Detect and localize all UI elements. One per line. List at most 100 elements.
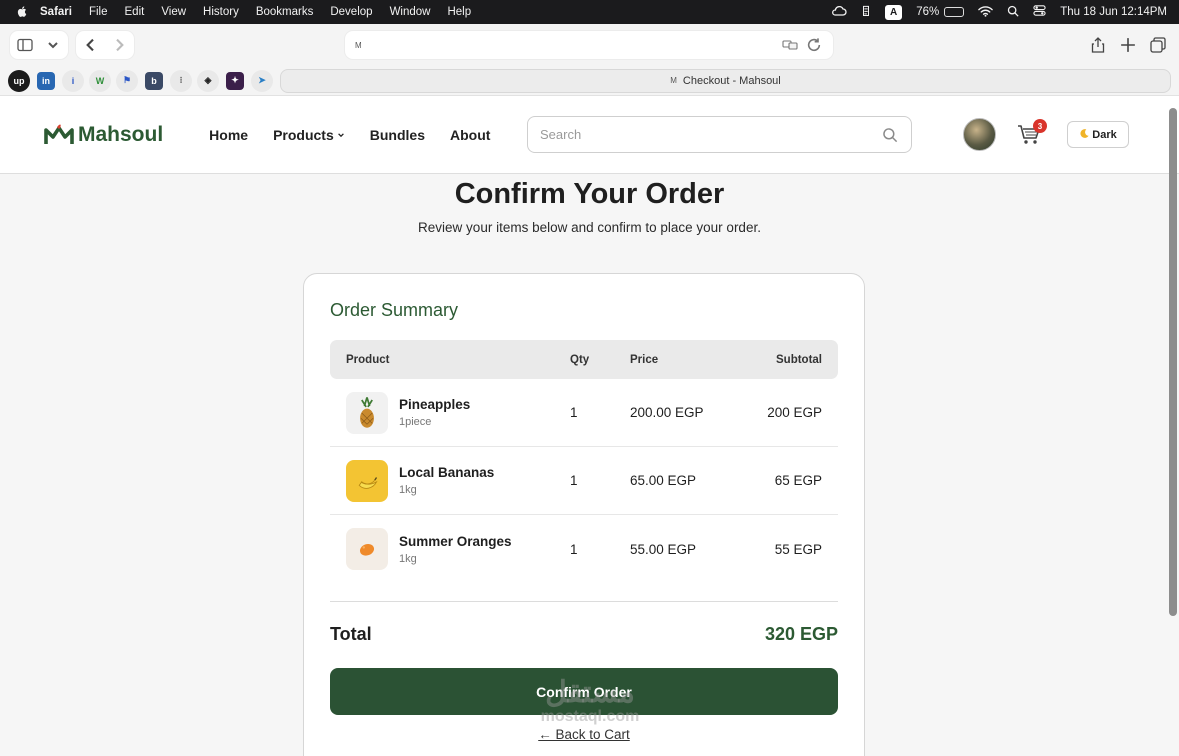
input-source-indicator[interactable]: A [884,4,903,20]
control-center-icon[interactable] [1033,4,1046,20]
linkedin-favicon-icon[interactable]: in [37,71,55,90]
nav-products-label: Products [273,126,334,143]
tab-favicon: M [670,76,677,85]
product-info: Pineapples 1piece [399,397,470,428]
tab-overview-icon[interactable] [1149,36,1167,54]
confirm-order-button[interactable]: Confirm Order [330,668,838,715]
product-price: 65.00 EGP [630,473,697,488]
order-summary-card: Order Summary Product Qty Price Subtotal… [303,273,865,756]
macos-menu-bar: Safari File Edit View History Bookmarks … [0,0,1179,24]
active-tab[interactable]: M Checkout - Mahsoul [280,68,1171,93]
cart-button[interactable]: 3 [1017,119,1047,146]
history-controls [76,31,134,59]
forward-arrow-icon[interactable] [110,36,128,54]
toolbar-actions [1089,36,1167,54]
b-favicon-icon[interactable]: b [145,71,163,90]
product-info: Summer Oranges 1kg [399,534,512,565]
new-tab-plus-icon[interactable] [1119,36,1137,54]
menu-app-name[interactable]: Safari [40,6,72,18]
product-unit: 1piece [399,416,432,428]
product-unit: 1kg [399,552,417,565]
product-cell: Summer Oranges 1kg [346,528,570,570]
address-bar[interactable]: M [345,31,833,59]
banana-image [346,459,388,502]
product-qty: 1 [570,405,578,420]
webflow-favicon-icon[interactable]: W [89,69,111,92]
table-header: Product Qty Price Subtotal [330,340,838,379]
menu-develop[interactable]: Develop [330,6,372,18]
product-info: Local Bananas 1kg [399,465,494,496]
total-amount: 320 EGP [764,624,838,644]
menu-history[interactable]: History [203,6,239,18]
translate-icon[interactable] [781,36,799,54]
menu-help[interactable]: Help [447,6,471,18]
column-header-subtotal: Subtotal [776,353,822,366]
menu-bookmarks[interactable]: Bookmarks [256,6,314,18]
total-label: Total [330,624,372,644]
sidebar-controls [10,31,68,59]
chevron-down-icon [337,132,344,137]
dark-mode-label: Dark [1092,128,1117,141]
menubar-clock[interactable]: Thu 18 Jun 12:14PM [1060,6,1167,18]
dots-favicon-icon[interactable]: ⁝ [170,69,192,92]
menu-edit[interactable]: Edit [125,6,145,18]
nav-bundles[interactable]: Bundles [370,127,425,143]
order-summary-heading: Order Summary [330,300,459,320]
table-row: Local Bananas 1kg 1 65.00 EGP 65 EGP [330,447,838,515]
product-cell: Local Bananas 1kg [346,459,570,502]
share-icon[interactable] [1089,36,1107,54]
menu-window[interactable]: Window [390,6,431,18]
creative-cloud-icon[interactable] [831,5,847,20]
browser-toolbar: M [0,24,1179,66]
search-input[interactable]: Search [527,116,912,153]
menu-view[interactable]: View [161,6,186,18]
column-header-product: Product [346,353,390,366]
back-to-cart-link[interactable]: ← Back to Cart [330,727,838,742]
cart-count-badge: 3 [1033,119,1047,133]
product-name: Local Bananas [399,465,495,480]
table-row: Pineapples 1piece 1 200.00 EGP 200 EGP [330,379,838,447]
product-subtotal: 55 EGP [774,541,822,557]
product-subtotal: 200 EGP [767,405,822,420]
upwork-favicon-icon[interactable]: up [8,69,30,92]
chevron-down-icon[interactable] [44,36,62,54]
order-total: Total 320 EGP [330,624,838,645]
battery-status[interactable]: 76% [916,6,965,18]
product-name: Summer Oranges [399,533,512,549]
codepen-favicon-icon[interactable]: ◈ [197,69,219,92]
site-logo[interactable]: Mahsoul [44,123,163,147]
tab-title: Checkout - Mahsoul [682,74,781,87]
wifi-icon[interactable] [978,5,993,20]
info-favicon-icon[interactable]: i [62,69,84,92]
site-logo-text: Mahsoul [78,122,164,146]
product-price: 200.00 EGP [630,405,704,420]
product-price: 55.00 EGP [630,541,697,557]
sidebar-toggle-icon[interactable] [16,36,34,54]
site-header: Mahsoul Home Products Bundles About Sear… [0,96,1179,174]
main-nav: Home Products Bundles About [209,127,490,143]
summary-divider [330,601,838,602]
column-header-price: Price [630,353,659,366]
reload-icon[interactable] [805,36,823,54]
back-arrow-icon[interactable] [82,36,100,54]
column-header-qty: Qty [570,353,590,366]
search-icon[interactable] [881,126,899,144]
favorites-bar: up in i W ⚑ b ⁝ ◈ ✦ ➤ M Checkout - Mahso… [0,66,1179,96]
send-favicon-icon[interactable]: ➤ [251,69,273,92]
product-qty: 1 [570,541,578,557]
battery-percent: 76% [916,6,940,18]
flag-favicon-icon[interactable]: ⚑ [116,69,138,92]
menu-file[interactable]: File [89,6,108,18]
spotlight-search-icon[interactable] [1007,5,1019,20]
user-avatar[interactable] [963,118,996,151]
nav-about[interactable]: About [450,127,490,143]
mahsoul-logo-icon [44,124,74,144]
apple-icon[interactable] [16,5,30,19]
page-scrollbar[interactable] [1169,108,1177,616]
pineapple-image [346,391,388,434]
clipboard-icon[interactable] [861,4,871,20]
figma-favicon-icon[interactable]: ✦ [226,71,244,90]
dark-mode-toggle[interactable]: Dark [1067,121,1129,148]
nav-home[interactable]: Home [209,127,248,143]
nav-products[interactable]: Products [273,127,345,143]
